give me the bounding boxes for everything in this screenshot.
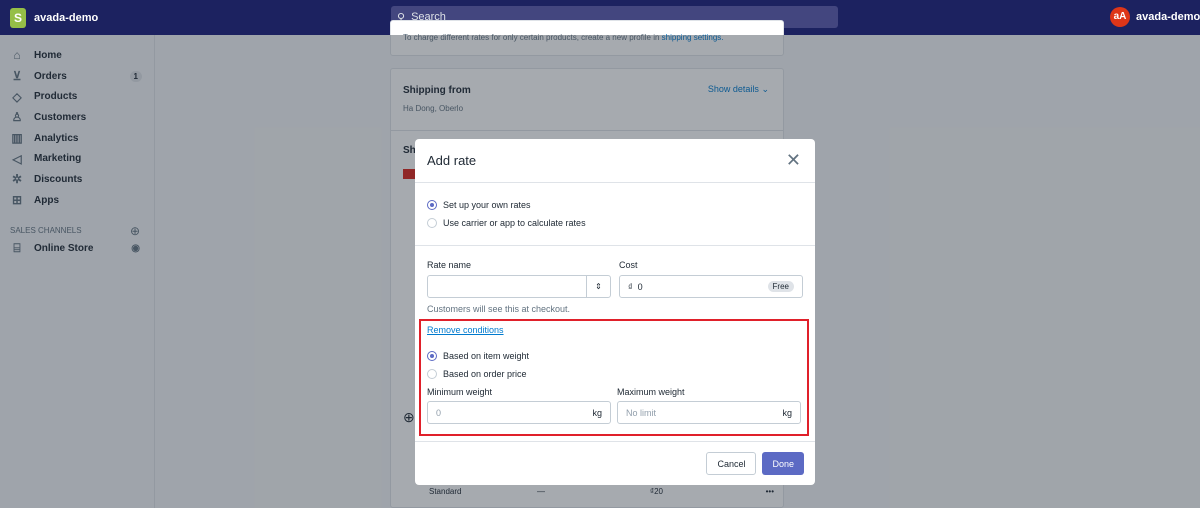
done-button[interactable]: Done [762,452,804,475]
add-rate-modal: Add rate ✕ Set up your own rates Use carr… [415,139,815,485]
label: Use carrier or app to calculate rates [443,218,586,228]
free-badge: Free [767,281,794,292]
max-weight-label: Maximum weight [617,387,685,397]
radio-icon [427,351,437,361]
min-weight-label: Minimum weight [427,387,493,397]
rate-name-label: Rate name [427,260,472,270]
radio-carrier-rates[interactable]: Use carrier or app to calculate rates [427,214,803,232]
modal-title: Add rate [427,153,477,168]
placeholder: 0 [436,407,442,418]
unit: kg [782,407,792,418]
radio-icon [427,369,437,379]
radio-icon [427,218,437,228]
currency: ₫ [628,281,633,292]
select-arrows-icon[interactable]: ⇕ [586,276,610,297]
label: Set up your own rates [443,200,531,210]
conditions-highlight: Remove conditions Based on item weight B… [419,319,809,436]
help-text: Customers will see this at checkout. [427,304,571,314]
remove-conditions-link[interactable]: Remove conditions [427,325,801,335]
min-weight-input[interactable]: 0 kg [427,401,611,424]
radio-item-weight[interactable]: Based on item weight [427,347,801,365]
unit: kg [592,407,602,418]
shopify-logo-icon: S [10,7,26,28]
label: Based on order price [443,369,527,379]
max-weight-input[interactable]: No limit kg [617,401,801,424]
rate-name-input[interactable]: ⇕ [427,275,611,298]
cancel-button[interactable]: Cancel [706,452,757,475]
cost-label: Cost [619,260,638,270]
cost-input[interactable]: ₫ 0 Free [619,275,803,298]
placeholder: No limit [626,407,657,418]
label: Based on item weight [443,351,530,361]
user-menu[interactable]: aA avada-demo Admin [1110,7,1200,27]
radio-own-rates[interactable]: Set up your own rates [427,196,803,214]
user-name: avada-demo Admin [1136,11,1200,23]
store-name: avada-demo [34,11,99,24]
radio-icon [427,200,437,210]
close-icon[interactable]: ✕ [786,150,801,171]
value: 0 [637,281,643,292]
radio-order-price[interactable]: Based on order price [427,365,801,383]
avatar: aA [1110,7,1130,27]
